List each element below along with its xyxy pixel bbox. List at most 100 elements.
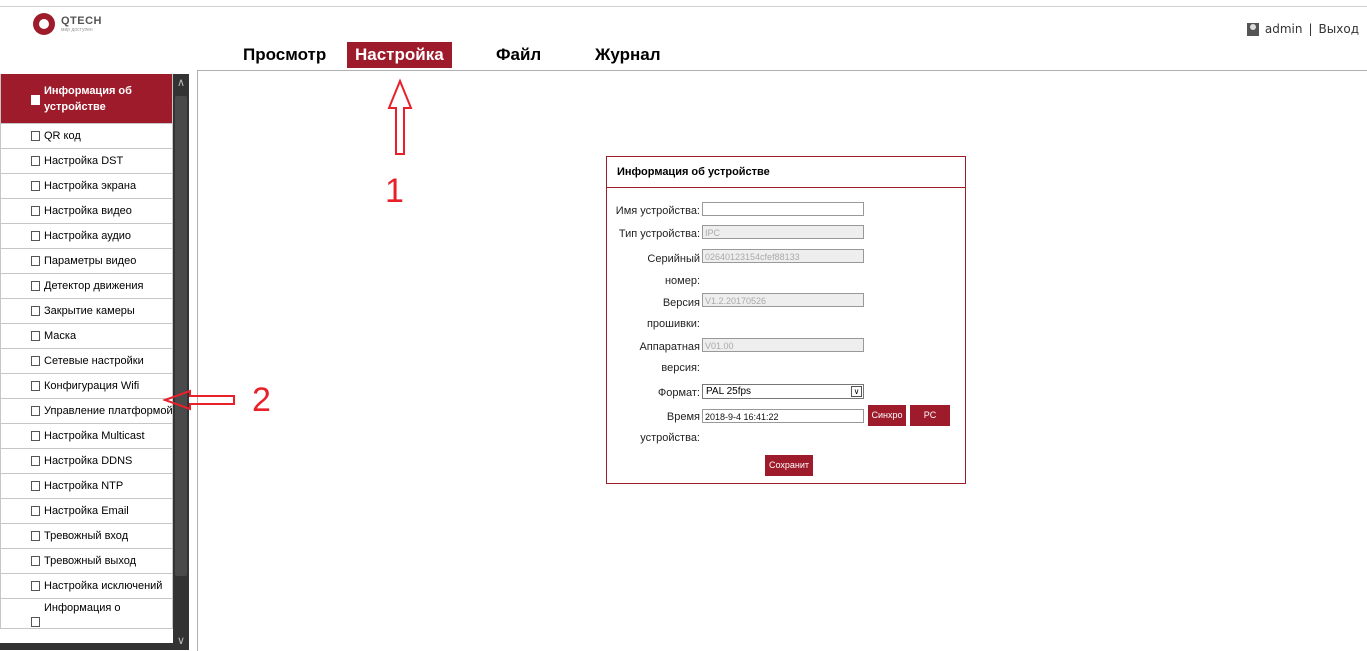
sidebar-item-label: Настройка DST bbox=[44, 155, 124, 167]
document-icon bbox=[31, 406, 40, 416]
document-icon bbox=[31, 506, 40, 516]
sidebar-item-video[interactable]: Настройка видео bbox=[0, 199, 173, 224]
sidebar-item-device-info[interactable]: Информация об устройстве bbox=[0, 74, 173, 124]
device-time-input[interactable]: 2018-9-4 16:41:22 bbox=[702, 409, 864, 423]
scroll-down-icon[interactable]: ∨ bbox=[173, 632, 189, 650]
sync-button[interactable]: Синхро bbox=[868, 405, 906, 426]
sidebar-item-email[interactable]: Настройка Email bbox=[0, 499, 173, 524]
sidebar-item-label: Закрытие камеры bbox=[44, 305, 135, 317]
top-divider bbox=[0, 6, 1367, 7]
logo-tagline: мир доступен bbox=[61, 27, 93, 33]
document-icon bbox=[31, 581, 40, 591]
device-type-field: IPC bbox=[702, 225, 864, 239]
hardware-field: V01.00 bbox=[702, 338, 864, 352]
sidebar-item-label: Настройка Multicast bbox=[44, 430, 145, 442]
scroll-thumb[interactable] bbox=[175, 96, 187, 576]
logo-mark-icon bbox=[33, 13, 55, 35]
sidebar-item-label: Сетевые настройки bbox=[44, 355, 144, 367]
sidebar-item-ntp[interactable]: Настройка NTP bbox=[0, 474, 173, 499]
document-icon bbox=[31, 206, 40, 216]
sidebar-item-label: Настройка Email bbox=[44, 505, 129, 517]
document-icon bbox=[31, 156, 40, 166]
time-label-cont: устройства: bbox=[640, 432, 700, 444]
document-icon bbox=[31, 231, 40, 241]
sidebar-item-tamper[interactable]: Закрытие камеры bbox=[0, 299, 173, 324]
firmware-field: V1.2.20170526 bbox=[702, 293, 864, 307]
sidebar-item-alarm-out[interactable]: Тревожный выход bbox=[0, 549, 173, 574]
logout-link[interactable]: Выход bbox=[1319, 22, 1359, 36]
annotation-arrow-left-icon bbox=[162, 389, 235, 411]
document-icon bbox=[31, 617, 40, 627]
document-icon bbox=[31, 381, 40, 391]
nav-settings[interactable]: Настройка bbox=[347, 42, 452, 68]
qtech-logo[interactable]: QTECH мир доступен bbox=[33, 13, 133, 37]
device-type-label: Тип устройства: bbox=[618, 228, 700, 240]
device-info-panel: Информация об устройстве Имя устройства:… bbox=[606, 156, 966, 484]
serial-field: 02640123154cfef88133 bbox=[702, 249, 864, 263]
save-button[interactable]: Сохранит bbox=[765, 455, 813, 476]
document-icon bbox=[31, 131, 40, 141]
sidebar-item-video-params[interactable]: Параметры видео bbox=[0, 249, 173, 274]
sidebar-item-label: Тревожный вход bbox=[44, 530, 129, 542]
sidebar-item-label: QR код bbox=[44, 130, 81, 142]
sidebar-item-label: Тревожный выход bbox=[44, 555, 137, 567]
sidebar: Информация об устройстве QR код Настройк… bbox=[0, 74, 173, 650]
sidebar-item-label: Настройка NTP bbox=[44, 480, 124, 492]
sidebar-item-label: Информация об устройстве bbox=[44, 84, 132, 113]
sidebar-item-label: Настройка DDNS bbox=[44, 455, 133, 467]
panel-title: Информация об устройстве bbox=[607, 157, 965, 188]
hardware-label: Аппаратная bbox=[639, 341, 700, 353]
device-name-label: Имя устройства: bbox=[615, 205, 700, 217]
sidebar-item-info[interactable]: Информация о bbox=[0, 599, 173, 629]
user-icon bbox=[1246, 22, 1259, 36]
document-icon bbox=[31, 331, 40, 341]
document-icon bbox=[31, 306, 40, 316]
sidebar-item-label: Конфигурация Wifi bbox=[44, 380, 140, 392]
sidebar-item-motion[interactable]: Детектор движения bbox=[0, 274, 173, 299]
sidebar-item-label: Детектор движения bbox=[44, 280, 144, 292]
chevron-down-icon: ∨ bbox=[851, 386, 862, 397]
sidebar-item-label: Параметры видео bbox=[44, 255, 137, 267]
format-label: Формат: bbox=[657, 387, 700, 399]
sidebar-item-mask[interactable]: Маска bbox=[0, 324, 173, 349]
sidebar-h-scrollbar[interactable] bbox=[0, 643, 173, 650]
serial-label-cont: номер: bbox=[664, 275, 700, 287]
format-select[interactable]: PAL 25fps ∨ bbox=[702, 384, 864, 399]
serial-label: Серийный bbox=[647, 253, 700, 265]
document-icon bbox=[31, 281, 40, 291]
user-bar: admin | Выход bbox=[1246, 22, 1359, 36]
scroll-up-icon[interactable]: ∧ bbox=[173, 74, 189, 92]
document-icon bbox=[31, 181, 40, 191]
sidebar-item-qr[interactable]: QR код bbox=[0, 124, 173, 149]
document-icon bbox=[31, 256, 40, 266]
document-icon bbox=[31, 531, 40, 541]
nav-file[interactable]: Файл bbox=[488, 42, 549, 68]
sidebar-item-dst[interactable]: Настройка DST bbox=[0, 149, 173, 174]
sidebar-scrollbar[interactable]: ∧ ∨ bbox=[173, 74, 189, 650]
sidebar-item-multicast[interactable]: Настройка Multicast bbox=[0, 424, 173, 449]
annotation-number-1: 1 bbox=[385, 172, 404, 210]
hardware-label-cont: версия: bbox=[661, 362, 700, 374]
sidebar-item-exceptions[interactable]: Настройка исключений bbox=[0, 574, 173, 599]
sidebar-item-screen[interactable]: Настройка экрана bbox=[0, 174, 173, 199]
time-label: Время bbox=[666, 411, 700, 423]
firmware-label: Версия bbox=[662, 297, 700, 309]
sidebar-item-label: Настройка экрана bbox=[44, 180, 137, 192]
sidebar-item-audio[interactable]: Настройка аудио bbox=[0, 224, 173, 249]
sidebar-item-wifi[interactable]: Конфигурация Wifi bbox=[0, 374, 173, 399]
sidebar-item-alarm-in[interactable]: Тревожный вход bbox=[0, 524, 173, 549]
document-icon bbox=[31, 95, 40, 105]
device-name-input[interactable] bbox=[702, 202, 864, 216]
document-icon bbox=[31, 456, 40, 466]
sidebar-item-platform[interactable]: Управление платформой bbox=[0, 399, 173, 424]
annotation-arrow-up-icon bbox=[387, 78, 413, 155]
username: admin bbox=[1264, 22, 1303, 36]
document-icon bbox=[31, 481, 40, 491]
nav-view[interactable]: Просмотр bbox=[235, 42, 334, 68]
pc-time-button[interactable]: PC bbox=[910, 405, 950, 426]
sidebar-item-label: Управление платформой bbox=[44, 405, 173, 417]
document-icon bbox=[31, 431, 40, 441]
sidebar-item-ddns[interactable]: Настройка DDNS bbox=[0, 449, 173, 474]
nav-log[interactable]: Журнал bbox=[587, 42, 669, 68]
sidebar-item-network[interactable]: Сетевые настройки bbox=[0, 349, 173, 374]
